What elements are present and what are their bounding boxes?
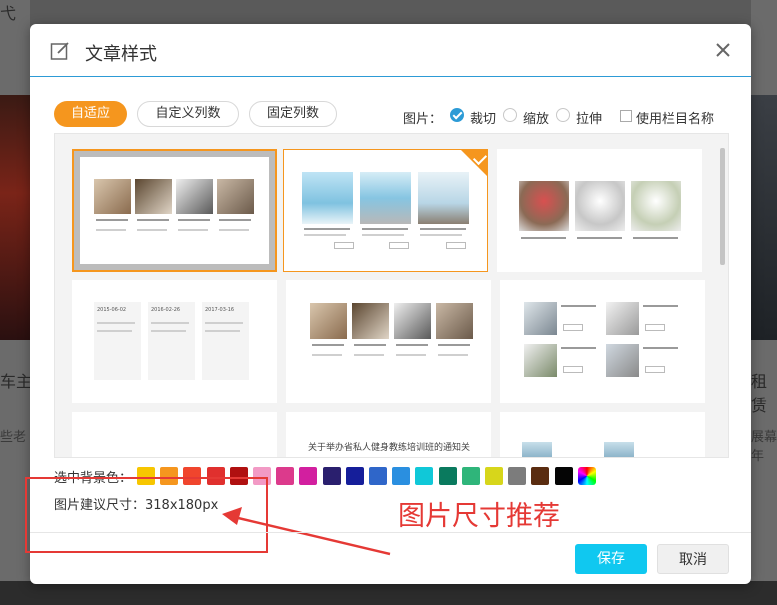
radio-stretch[interactable] <box>556 108 570 122</box>
tab-custom-columns[interactable]: 自定义列数 <box>137 101 239 127</box>
use-column-name-checkbox[interactable] <box>620 110 632 122</box>
grid-scrollbar[interactable] <box>720 148 725 265</box>
style-card[interactable]: 关于举办省私人健身教练培训班的通知关 <box>286 412 491 457</box>
background-text-left: 些老 <box>0 430 27 445</box>
card-date: 2015-06-02 <box>97 307 127 313</box>
color-swatch[interactable] <box>554 467 573 485</box>
color-swatch[interactable] <box>461 467 480 485</box>
background-footer <box>0 581 777 605</box>
thumbnail-image <box>519 181 569 231</box>
background-photo-left <box>0 95 30 340</box>
color-swatch[interactable] <box>577 467 596 485</box>
close-icon[interactable] <box>713 40 733 60</box>
color-swatch[interactable] <box>531 467 550 485</box>
card-date: 2017-03-16 <box>205 307 235 313</box>
background-text-right: 展幕年 <box>751 430 777 464</box>
style-card[interactable] <box>500 412 705 457</box>
style-card[interactable]: 2015-06-02 2016-02-26 2017-03-16 <box>72 280 277 403</box>
color-swatch[interactable] <box>276 467 295 485</box>
use-column-name-label[interactable]: 使用栏目名称 <box>636 108 714 127</box>
color-swatch[interactable] <box>299 467 318 485</box>
annotation-text: 图片尺寸推荐 <box>398 501 560 532</box>
thumbnail-image <box>418 172 469 224</box>
color-swatch[interactable] <box>392 467 411 485</box>
thumbnail-image <box>94 179 131 214</box>
radio-stretch-label[interactable]: 拉伸 <box>576 108 602 127</box>
background-heading-right: 租赁 <box>751 372 768 415</box>
thumbnail-image <box>631 181 681 231</box>
card-date: 2016-02-26 <box>151 307 181 313</box>
style-card[interactable] <box>500 280 705 403</box>
color-swatch[interactable] <box>438 467 457 485</box>
cancel-button[interactable]: 取消 <box>657 544 729 574</box>
color-swatch[interactable] <box>508 467 527 485</box>
style-card-preview <box>80 157 269 264</box>
background-heading-left: 车主 <box>0 372 33 391</box>
style-card-selected[interactable] <box>283 149 488 272</box>
dialog-title-bar: 文章样式 <box>30 24 751 77</box>
thumbnail-image <box>360 172 411 224</box>
background-photo-right <box>751 95 777 340</box>
style-card[interactable] <box>72 412 277 457</box>
article-style-dialog: 文章样式 自适应 自定义列数 固定列数 图片： 裁切 缩放 拉伸 使用栏目名称 <box>25 24 751 584</box>
edit-icon <box>50 42 69 60</box>
dialog-title: 文章样式 <box>85 44 157 65</box>
thumbnail-image <box>302 172 353 224</box>
color-swatch[interactable] <box>485 467 503 485</box>
image-label: 图片： <box>403 112 443 127</box>
color-swatch[interactable] <box>345 467 364 485</box>
style-card[interactable] <box>497 149 702 272</box>
tab-adaptive[interactable]: 自适应 <box>54 101 127 127</box>
radio-zoom-label[interactable]: 缩放 <box>523 108 549 127</box>
background-top-left: 弋 <box>0 4 17 23</box>
style-card[interactable] <box>286 280 491 403</box>
thumbnail-image <box>575 181 625 231</box>
thumbnail-image <box>135 179 172 214</box>
color-swatch[interactable] <box>369 467 387 485</box>
footer-divider <box>30 532 751 533</box>
color-swatch[interactable] <box>322 467 341 485</box>
notice-title: 关于举办省私人健身教练培训班的通知关 <box>308 443 471 453</box>
radio-crop-label[interactable]: 裁切 <box>470 108 496 127</box>
radio-crop[interactable] <box>450 108 464 122</box>
style-card[interactable] <box>72 149 277 272</box>
save-button[interactable]: 保存 <box>575 544 647 574</box>
tab-fixed-columns[interactable]: 固定列数 <box>249 101 337 127</box>
thumbnail-image <box>217 179 254 214</box>
color-swatch[interactable] <box>415 467 434 485</box>
thumbnail-image <box>176 179 213 214</box>
radio-zoom[interactable] <box>503 108 517 122</box>
style-grid: 2015-06-02 2016-02-26 2017-03-16 关于举办省私人… <box>54 133 729 458</box>
annotation-arrow <box>222 507 391 556</box>
